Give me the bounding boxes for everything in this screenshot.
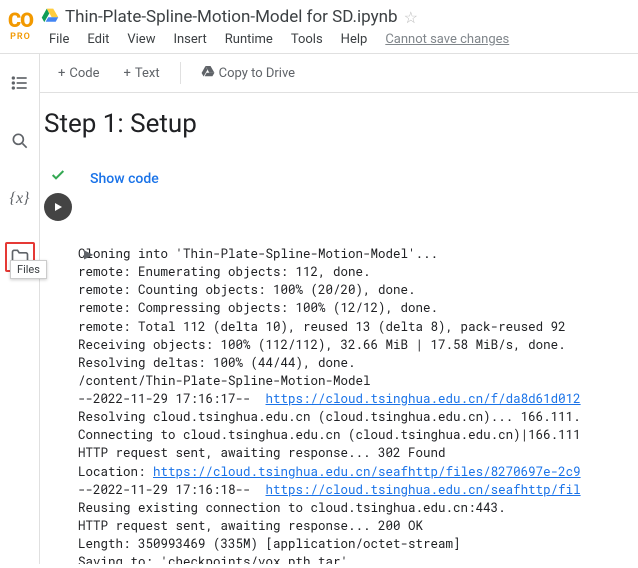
toc-icon[interactable] [5, 68, 35, 98]
notebook-title[interactable]: Thin-Plate-Spline-Motion-Model for SD.ip… [65, 7, 398, 27]
cell-output: Cloning into 'Thin-Plate-Spline-Motion-M… [78, 245, 638, 564]
files-tooltip: Files [10, 260, 47, 279]
menu-insert[interactable]: Insert [165, 30, 214, 49]
output-link[interactable]: https://cloud.tsinghua.edu.cn/seafhttp/f… [153, 464, 581, 480]
show-code-button[interactable]: Show code [90, 171, 159, 187]
run-cell-button[interactable] [44, 193, 72, 221]
plus-icon: + [58, 66, 65, 81]
menu-tools[interactable]: Tools [283, 30, 331, 49]
menu-view[interactable]: View [119, 30, 163, 49]
left-sidebar: {x} Files [0, 54, 40, 564]
cell-toolbar: + Code + Text Copy to Drive [40, 54, 638, 93]
plus-icon: + [124, 66, 131, 81]
menu-runtime[interactable]: Runtime [217, 30, 281, 49]
check-icon [50, 167, 66, 187]
add-code-button[interactable]: + Code [50, 62, 108, 85]
menu-bar: File Edit View Insert Runtime Tools Help… [41, 30, 517, 49]
menu-help[interactable]: Help [333, 30, 376, 49]
menu-edit[interactable]: Edit [79, 30, 117, 49]
colab-logo[interactable]: CO PRO [8, 8, 33, 42]
copy-to-drive-button[interactable]: Copy to Drive [193, 60, 303, 86]
variables-icon[interactable]: {x} [5, 184, 35, 214]
star-icon[interactable]: ☆ [404, 8, 418, 27]
search-icon[interactable] [5, 126, 35, 156]
add-text-button[interactable]: + Text [116, 62, 168, 85]
drive-icon [201, 64, 215, 82]
output-link[interactable]: https://cloud.tsinghua.edu.cn/f/da8d61d0… [266, 391, 581, 407]
save-status: Cannot save changes [377, 30, 517, 49]
collapse-caret-icon[interactable]: ▶ [84, 247, 93, 261]
menu-file[interactable]: File [41, 30, 77, 49]
section-heading: Step 1: Setup [44, 109, 638, 139]
drive-icon [41, 6, 59, 28]
output-link[interactable]: https://cloud.tsinghua.edu.cn/seafhttp/f… [266, 482, 581, 498]
divider [180, 62, 181, 84]
